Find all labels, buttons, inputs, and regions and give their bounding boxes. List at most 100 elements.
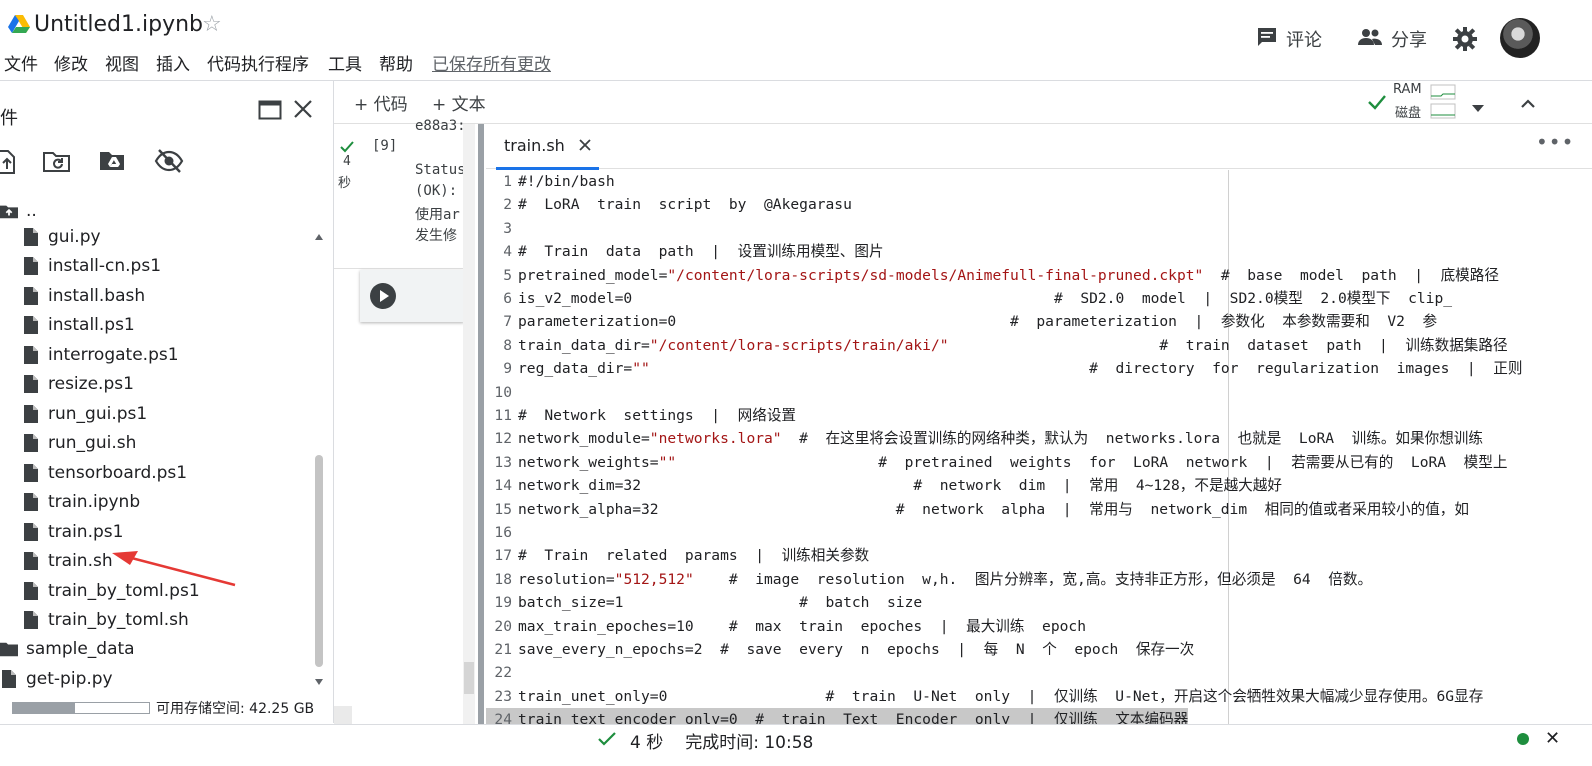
code-line[interactable]: 20 max_train_epoches=10 # max train epoch… [486,615,1086,638]
resource-meter[interactable] [1430,84,1456,124]
line-number: 8 [503,336,512,354]
gear-icon[interactable] [1453,27,1477,55]
status-duration: 4 秒 [630,733,664,753]
menu-runtime[interactable]: 代码执行程序 [207,50,309,75]
editor-tab-bar [486,124,1592,169]
add-text-button[interactable]: + 文本 [432,90,486,115]
menu-help[interactable]: 帮助 [379,50,413,75]
status-info[interactable]: 4 秒 完成时间: 10:58 [598,728,813,753]
file-row[interactable]: train.ps1 [22,517,123,546]
folder-row-sample-data[interactable]: sample_data [0,634,135,663]
avatar[interactable] [1500,18,1540,58]
code-line[interactable]: 15 network_alpha=32 # network alpha | 常用与… [486,498,1469,521]
code-line[interactable]: 21 save_every_n_epochs=2 # save every n e… [486,638,1194,661]
file-row-get-pip[interactable]: get-pip.py [0,664,113,693]
cell-output-line: e88a3: [415,118,466,134]
file-row[interactable]: install.ps1 [22,311,135,340]
code-line[interactable]: 7 parameterization=0 # parameterization |… [486,310,1437,333]
menu-file[interactable]: 文件 [4,50,38,75]
menu-edit[interactable]: 修改 [54,50,88,75]
file-row[interactable]: install.bash [22,281,145,310]
parent-folder-row[interactable]: .. [0,196,37,225]
line-number: 9 [503,360,512,378]
code-line[interactable]: 3 [486,217,518,240]
code-text: network_dim=32 # network dim | 常用 4~128，… [518,477,1282,495]
folder-up-icon [0,203,18,219]
status-check-icon [598,731,616,751]
notebook-title[interactable]: Untitled1.ipynb [34,12,203,37]
code-line[interactable]: 11 # Network settings | 网络设置 [486,404,796,427]
code-line[interactable]: 19 batch_size=1 # batch size [486,591,922,614]
code-line[interactable]: 5 pretrained_model="/content/lora-scripts… [486,264,1499,287]
code-line[interactable]: 23 train_unet_only=0 # train U-Net only |… [486,685,1483,708]
code-line[interactable]: 24 train_text_encoder_only=0 # train Text… [486,708,1189,724]
maximize-panel-icon[interactable] [258,100,282,124]
run-cell-button[interactable] [370,283,396,309]
add-code-button[interactable]: + 代码 [354,90,408,115]
file-row[interactable]: gui.py [22,222,101,251]
code-line[interactable]: 4 # Train data path | 设置训练用模型、图片 [486,240,883,263]
disk-label: 磁盘 [1395,106,1422,121]
file-row[interactable]: train_by_toml.sh [22,606,189,635]
code-line[interactable]: 1 #!/bin/bash [486,170,614,193]
line-number: 11 [494,407,512,424]
file-label: tensorboard.ps1 [48,462,188,483]
line-number: 12 [494,430,512,448]
saved-status-link[interactable]: 已保存所有更改 [432,50,551,75]
code-line[interactable]: 22 [486,661,518,684]
menu-tools[interactable]: 工具 [328,50,362,75]
cells-scroll-corner [334,706,352,724]
code-line[interactable]: 14 network_dim=32 # network dim | 常用 4~12… [486,474,1282,497]
cells-scrollbar-track[interactable] [463,124,475,724]
file-label: resize.ps1 [48,374,134,394]
file-row[interactable]: install-cn.ps1 [22,252,161,281]
file-row[interactable]: train_by_toml.ps1 [22,576,200,605]
code-line[interactable]: 12 network_module="networks.lora" # 在这里将会… [486,427,1483,450]
file-row[interactable]: run_gui.sh [22,429,136,458]
hide-files-icon[interactable] [154,148,184,178]
file-label: run_gui.ps1 [48,403,148,424]
menu-insert[interactable]: 插入 [156,50,190,75]
code-line[interactable]: 2 # LoRA train script by @Akegarasu [486,193,852,216]
more-options-icon[interactable]: ••• [1536,130,1574,154]
cells-scrollbar-thumb[interactable] [464,662,474,694]
mount-drive-icon[interactable] [98,148,126,176]
close-panel-icon[interactable] [293,99,313,123]
close-tab-icon[interactable] [579,136,591,155]
cell-output-line: 发生修 [415,228,457,244]
comment-label: 评论 [1286,30,1322,51]
code-area[interactable]: 1 #!/bin/bash 2 # LoRA train script by @Ake… [486,170,1592,724]
status-close-icon[interactable]: ✕ [1545,728,1560,749]
code-line[interactable]: 10 [486,381,518,404]
star-icon[interactable]: ☆ [202,12,222,37]
tab-train-sh[interactable]: train.sh [496,124,599,170]
pane-resize-handle[interactable] [478,124,484,724]
code-text: train_text_encoder_only=0 # train Text E… [518,711,1189,724]
files-scrollbar-thumb[interactable] [315,455,323,667]
file-row[interactable]: interrogate.ps1 [22,340,179,369]
upload-icon[interactable] [0,148,16,178]
file-row[interactable]: train.ipynb [22,488,140,517]
code-line[interactable]: 9 reg_data_dir="" # directory for regular… [486,357,1522,380]
file-row[interactable]: train.sh [22,547,113,576]
collapse-up-icon[interactable] [1520,94,1536,113]
file-row[interactable]: run_gui.ps1 [22,399,147,428]
file-row[interactable]: tensorboard.ps1 [22,458,187,487]
menu-view[interactable]: 视图 [105,50,139,75]
code-line[interactable]: 13 network_weights="" # pretrained weight… [486,451,1507,474]
line-number: 13 [494,453,512,471]
code-line[interactable]: 6 is_v2_model=0 # SD2.0 model | SD2.0模型 2… [486,287,1452,310]
refresh-folder-icon[interactable] [42,148,72,178]
drive-logo-icon[interactable] [8,14,30,38]
share-button[interactable]: 分享 [1357,26,1427,52]
line-number: 7 [503,313,512,331]
code-line[interactable]: 16 [486,521,518,544]
code-comment: # 在这里将会设置训练的网络种类，默认为 networks.lora 也就是 L… [781,430,1483,448]
line-number: 1 [503,173,512,190]
code-line[interactable]: 17 # Train related params | 训练相关参数 [486,544,869,567]
code-line[interactable]: 8 train_data_dir="/content/lora-scripts/t… [486,334,1507,357]
comment-button[interactable]: 评论 [1256,26,1322,52]
code-line[interactable]: 18 resolution="512,512" # image resolutio… [486,568,1372,591]
file-row[interactable]: resize.ps1 [22,370,134,399]
chevron-down-icon[interactable] [1472,98,1484,117]
